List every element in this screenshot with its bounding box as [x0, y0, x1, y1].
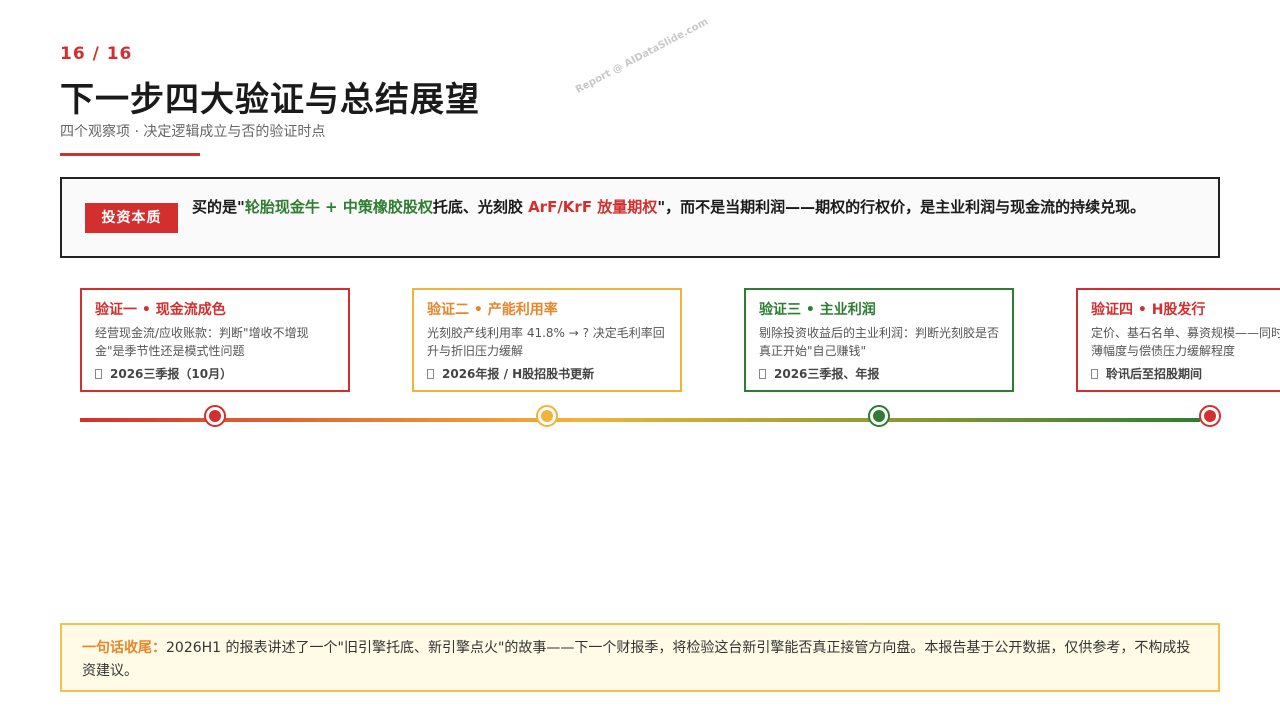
clock-icon: [427, 369, 434, 379]
card-time-text: 2026三季报（10月）: [110, 367, 233, 381]
card-time-text: 2026三季报、年报: [774, 367, 880, 381]
clock-icon: [1091, 369, 1098, 379]
card-time: 聆讯后至招股期间: [1091, 366, 1267, 382]
essence-text-part: 买的是": [192, 198, 245, 216]
page-number: 16 / 16: [60, 44, 133, 64]
essence-text-part: "，而不是当期利润——期权的行权价，是主业利润与现金流的持续兑现。: [657, 198, 1146, 216]
card-time-text: 2026年报 / H股招股书更新: [442, 367, 595, 381]
verification-card-h-share: 验证四 • H股发行 定价、基石名单、募资规模——同时 薄幅度与偿债压力缓解程度 …: [1076, 288, 1280, 392]
timeline-bar: [80, 418, 1200, 422]
card-time: 2026年报 / H股招股书更新: [427, 366, 667, 382]
timeline-node-3: [868, 405, 890, 427]
card-body-line: 薄幅度与偿债压力缓解程度: [1091, 344, 1236, 358]
page-subtitle: 四个观察项 · 决定逻辑成立与否的验证时点: [60, 124, 326, 140]
watermark: Report @ AIDataSlide.com: [574, 16, 711, 96]
essence-statement: 买的是"轮胎现金牛 + 中策橡胶股权托底、光刻胶 ArF/KrF 放量期权"，而…: [192, 195, 1192, 219]
verification-card-cashflow: 验证一 • 现金流成色 经营现金流/应收账款：判断"增收不增现金"是季节性还是模…: [80, 288, 350, 392]
timeline-node-4: [1199, 405, 1221, 427]
card-body: 剔除投资收益后的主业利润：判断光刻胶是否真正开始"自己赚钱": [759, 326, 1000, 358]
card-time-text: 聆讯后至招股期间: [1106, 367, 1203, 381]
timeline-node-2: [536, 405, 558, 427]
card-title: 验证三 • 主业利润: [759, 302, 876, 318]
summary-label: 一句话收尾：: [82, 640, 166, 656]
summary-text: 2026H1 的报表讲述了一个"旧引擎托底、新引擎点火"的故事——下一个财报季，…: [82, 640, 1191, 679]
timeline-node-1: [204, 405, 226, 427]
investment-essence-box: 投资本质 买的是"轮胎现金牛 + 中策橡胶股权托底、光刻胶 ArF/KrF 放量…: [60, 177, 1220, 258]
essence-badge: 投资本质: [85, 203, 178, 233]
card-title: 验证四 • H股发行: [1091, 302, 1206, 318]
essence-text-part: 托底、光刻胶: [432, 198, 529, 216]
verification-card-capacity: 验证二 • 产能利用率 光刻胶产线利用率 41.8% → ? 决定毛利率回升与折…: [412, 288, 682, 392]
verification-card-core-profit: 验证三 • 主业利润 剔除投资收益后的主业利润：判断光刻胶是否真正开始"自己赚钱…: [744, 288, 1014, 392]
card-title: 验证二 • 产能利用率: [427, 302, 558, 318]
card-time: 2026三季报、年报: [759, 366, 999, 382]
page-title: 下一步四大验证与总结展望: [60, 80, 480, 120]
title-underline: [60, 153, 200, 156]
card-body-line: 定价、基石名单、募资规模——同时: [1091, 326, 1280, 340]
essence-highlight-photoresist: ArF/KrF 放量期权: [528, 198, 658, 216]
card-body: 经营现金流/应收账款：判断"增收不增现金"是季节性还是模式性问题: [95, 326, 309, 358]
clock-icon: [95, 369, 102, 379]
card-title: 验证一 • 现金流成色: [95, 302, 226, 318]
card-time: 2026三季报（10月）: [95, 366, 335, 382]
card-body: 定价、基石名单、募资规模——同时 薄幅度与偿债压力缓解程度: [1091, 324, 1280, 360]
card-body: 光刻胶产线利用率 41.8% → ? 决定毛利率回升与折旧压力缓解: [427, 326, 665, 358]
clock-icon: [759, 369, 766, 379]
summary-box: 一句话收尾：2026H1 的报表讲述了一个"旧引擎托底、新引擎点火"的故事——下…: [60, 623, 1220, 692]
essence-highlight-tire: 轮胎现金牛 + 中策橡胶股权: [244, 198, 433, 216]
